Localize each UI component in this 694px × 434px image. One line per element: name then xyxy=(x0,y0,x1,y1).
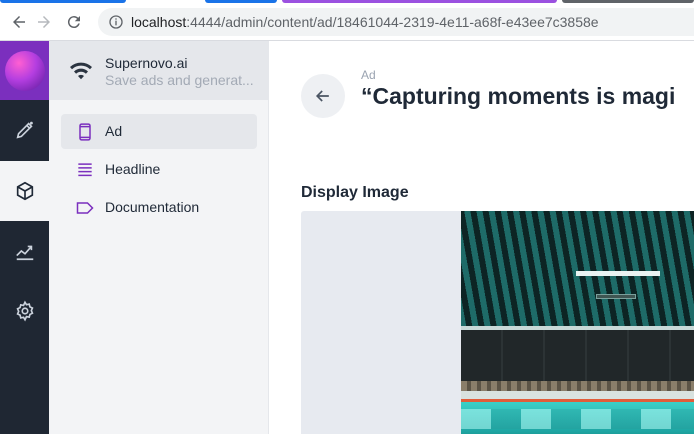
back-button[interactable] xyxy=(8,11,30,33)
tab-indicator[interactable] xyxy=(0,0,126,3)
tab-indicator[interactable] xyxy=(562,0,694,3)
sidebar-item-label: Documentation xyxy=(105,199,200,215)
url-text[interactable]: localhost:4444/admin/content/ad/18461044… xyxy=(131,14,599,30)
cube-icon xyxy=(16,181,33,201)
rail-item-editor[interactable] xyxy=(0,100,49,160)
sidebar-item-headline[interactable]: Headline xyxy=(61,152,257,187)
field-label-display-image: Display Image xyxy=(301,184,409,201)
project-subtitle: Save ads and generat... xyxy=(105,72,254,88)
display-image-field[interactable] xyxy=(301,211,694,434)
chart-icon xyxy=(15,245,33,261)
address-bar[interactable]: localhost:4444/admin/content/ad/18461044… xyxy=(98,8,694,36)
page-title: “Capturing moments is magi xyxy=(361,83,676,109)
arrow-left-icon xyxy=(13,16,25,28)
sidebar: Supernovo.ai Save ads and generat... Ad … xyxy=(49,41,269,434)
url-path: :4444/admin/content/ad/18461044-2319-4e1… xyxy=(186,14,599,30)
reload-button[interactable] xyxy=(63,11,85,33)
icon-rail xyxy=(0,41,49,434)
tab-indicator[interactable] xyxy=(205,0,277,3)
arrow-left-icon xyxy=(315,90,329,102)
sidebar-item-documentation[interactable]: Documentation xyxy=(61,190,257,225)
tag-icon xyxy=(76,202,94,214)
phone-icon xyxy=(79,123,91,141)
project-title: Supernovo.ai xyxy=(105,55,188,71)
image-motion-blur xyxy=(461,409,694,429)
browser-chrome: localhost:4444/admin/content/ad/18461044… xyxy=(0,0,694,41)
sidebar-item-label: Headline xyxy=(105,161,161,177)
image-light xyxy=(576,271,660,276)
tab-strip xyxy=(0,0,694,4)
rail-item-settings[interactable] xyxy=(0,281,49,341)
wifi-icon xyxy=(70,62,92,80)
gear-icon xyxy=(16,300,33,322)
url-host: localhost xyxy=(131,14,187,30)
sidebar-item-ad[interactable]: Ad xyxy=(61,114,257,149)
forward-button[interactable] xyxy=(33,11,55,33)
display-image[interactable] xyxy=(461,211,694,434)
collection-label: Ad xyxy=(361,68,376,82)
reload-icon xyxy=(67,16,80,29)
image-sign xyxy=(596,294,636,299)
tab-indicator[interactable] xyxy=(282,0,557,3)
rail-item-insights[interactable] xyxy=(0,221,49,281)
arrow-right-icon xyxy=(38,16,50,28)
sidebar-item-label: Ad xyxy=(105,123,123,139)
project-header[interactable]: Supernovo.ai Save ads and generat... xyxy=(49,41,269,100)
info-icon[interactable] xyxy=(108,14,124,30)
pencil-icon xyxy=(16,121,33,139)
image-platform-edge xyxy=(461,381,694,391)
image-train xyxy=(461,391,694,434)
list-icon xyxy=(78,163,92,177)
logo-orb-icon xyxy=(4,50,45,91)
back-to-list-button[interactable] xyxy=(301,74,345,118)
main-content: Ad “Capturing moments is magi Display Im… xyxy=(269,41,694,434)
rail-item-content[interactable] xyxy=(0,161,49,221)
app-logo[interactable] xyxy=(0,41,49,100)
